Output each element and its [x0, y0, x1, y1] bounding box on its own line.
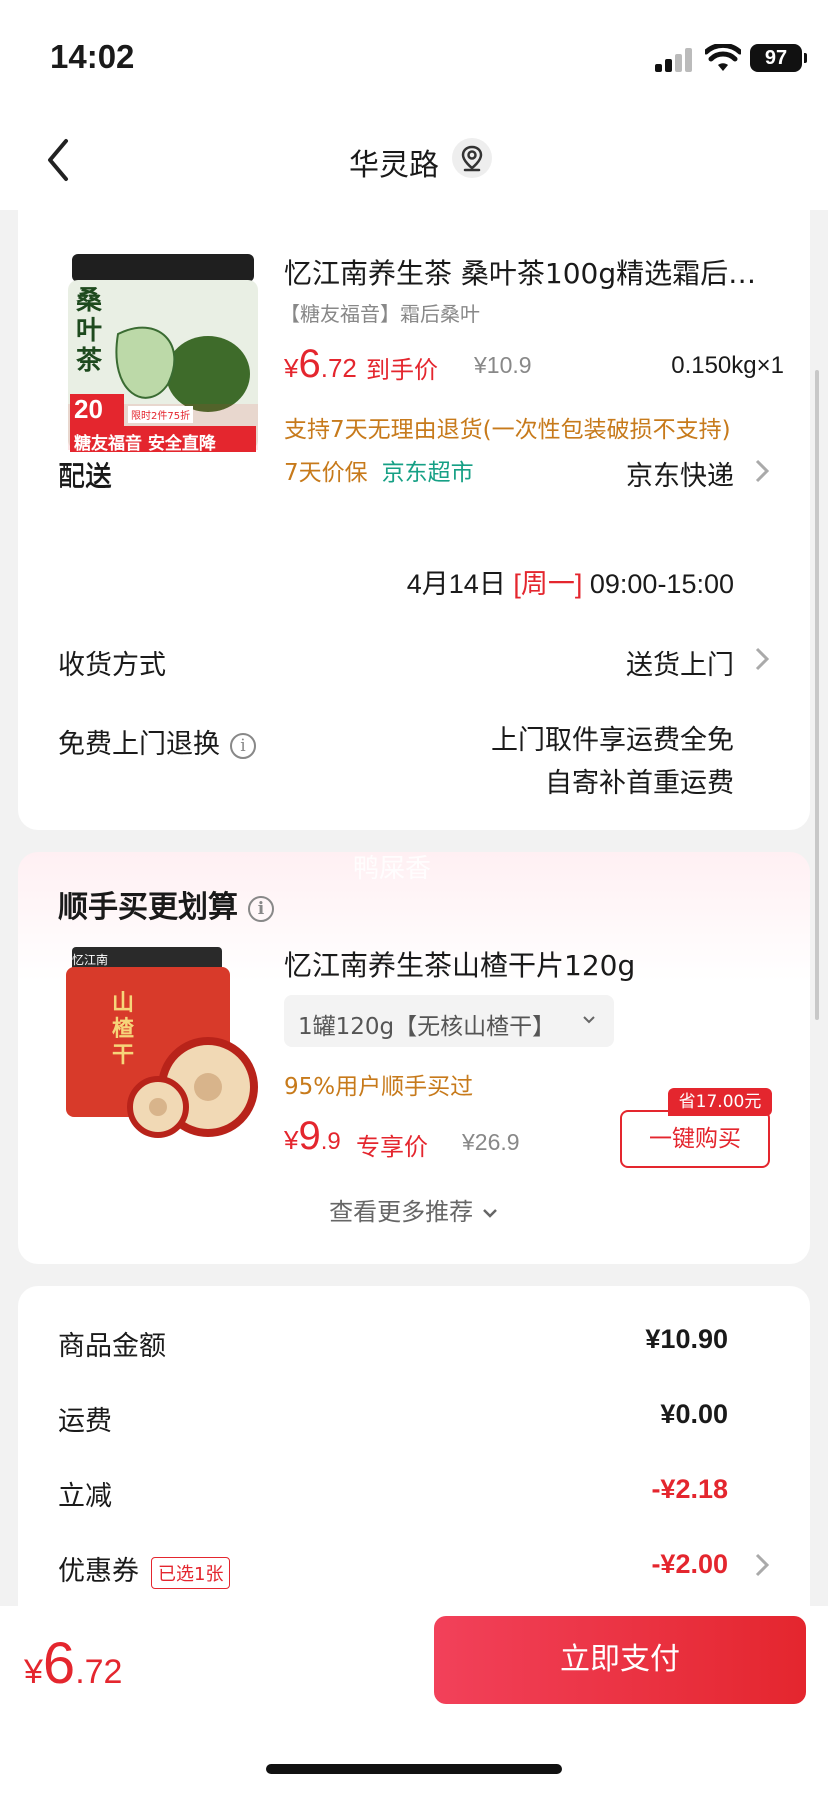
- service-tags: 7天价保 京东超市: [284, 453, 474, 487]
- product-title[interactable]: 忆江南养生茶 桑叶茶100g精选霜后桑叶: [284, 252, 784, 292]
- freight-label: 运费: [58, 1406, 112, 1437]
- location-pin-icon[interactable]: [452, 138, 492, 178]
- price-protect-tag: 7天价保: [284, 460, 368, 486]
- delivery-chevron-right-icon[interactable]: [754, 458, 770, 484]
- product-image-name: 桑叶茶: [76, 286, 103, 376]
- pay-now-button[interactable]: 立即支付: [434, 1616, 806, 1704]
- nav-bar: 华灵路: [0, 110, 828, 210]
- recommend-image-brand: 忆江南: [72, 953, 109, 967]
- coupon-chevron-right-icon[interactable]: [754, 1552, 770, 1578]
- coupon-row[interactable]: 优惠券 已选1张: [58, 1549, 231, 1589]
- discount-label: 立减: [58, 1481, 112, 1512]
- recommend-original-price: ¥26.9: [462, 1129, 520, 1155]
- product-image-badge-number: 20: [74, 394, 103, 424]
- address-title[interactable]: 华灵路: [0, 140, 828, 184]
- receive-chevron-right-icon[interactable]: [754, 646, 770, 672]
- watermark-text: 鸭屎香: [353, 854, 432, 884]
- battery-icon: 97: [750, 44, 807, 72]
- home-indicator[interactable]: [266, 1764, 562, 1774]
- free-return-row: 免费上门退换 i: [58, 722, 256, 761]
- bought-stat: 95%用户顺手买过: [284, 1074, 474, 1100]
- delivery-label-text: 配送: [58, 461, 112, 492]
- delivery-date: 4月14日: [406, 569, 506, 599]
- return-policy: 支持7天无理由退货(一次性包装破损不支持): [284, 417, 731, 443]
- scrollbar[interactable]: [815, 370, 819, 1020]
- receive-value[interactable]: 送货上门: [626, 643, 734, 682]
- summary-card: 商品金额 ¥10.90 运费 ¥0.00 立减 -¥2.18 优惠券 已选1张 -…: [18, 1286, 810, 1626]
- delivery-time[interactable]: 4月14日 [周一] 09:00-15:00: [407, 562, 734, 601]
- final-price: ¥6.72: [284, 342, 357, 386]
- chevron-down-icon: [583, 1016, 595, 1024]
- store-tag: 京东超市: [381, 460, 474, 486]
- wifi-icon: [705, 44, 741, 71]
- chevron-down-icon: [482, 1209, 497, 1218]
- recommend-image-name: 山楂干: [112, 991, 135, 1068]
- recommend-product-image[interactable]: 忆江南 山楂干: [58, 947, 258, 1147]
- product-image-banner: 糖友福音 安全直降: [74, 434, 216, 454]
- status-time: 14:02: [50, 38, 135, 75]
- coupon-chip: 已选1张: [151, 1556, 231, 1589]
- save-badge: 省17.00元: [668, 1088, 772, 1116]
- original-price: ¥10.9: [474, 352, 532, 378]
- bottom-bar: ¥6.72 立即支付: [0, 1606, 828, 1793]
- recommend-price-label: 专享价: [356, 1133, 428, 1161]
- total-price: ¥6.72: [24, 1631, 123, 1696]
- product-image[interactable]: 桑叶茶 20 限时2件75折 糖友福音 安全直降: [58, 254, 268, 464]
- delivery-window: 09:00-15:00: [589, 569, 734, 599]
- recommend-title: 顺手买更划算 i: [58, 882, 274, 926]
- free-return-label: 免费上门退换: [58, 729, 220, 760]
- delivery-carrier[interactable]: 京东快递: [626, 454, 734, 493]
- free-return-line1: 上门取件享运费全免: [491, 725, 734, 756]
- coupon-value[interactable]: -¥2.00: [651, 1549, 728, 1580]
- one-click-buy-button[interactable]: 一键购买: [620, 1110, 770, 1168]
- freight-value: ¥0.00: [660, 1399, 728, 1429]
- goods-amount-value: ¥10.90: [645, 1324, 728, 1354]
- spec-select[interactable]: 1罐120g【无核山楂干】: [284, 995, 614, 1047]
- price-row: ¥6.72 到手价 ¥10.9 0.150kg×1: [284, 342, 784, 386]
- more-recommend-link[interactable]: 查看更多推荐: [18, 1192, 810, 1227]
- product-image-badge-text: 限时2件75折: [128, 406, 194, 423]
- delivery-weekday: [周一]: [513, 569, 583, 599]
- recommend-product-name[interactable]: 忆江南养生茶山楂干片120g: [284, 944, 635, 984]
- discount-value: -¥2.18: [651, 1474, 728, 1504]
- receive-label: 收货方式: [58, 650, 166, 681]
- recommend-info-icon[interactable]: i: [248, 895, 274, 922]
- free-return-line2: 自寄补首重运费: [545, 768, 734, 799]
- status-bar: 14:02 97: [0, 0, 828, 110]
- final-price-label: 到手价: [366, 356, 438, 384]
- recommend-price: ¥9.9: [284, 1114, 341, 1158]
- spec-select-value: 1罐120g【无核山楂干】: [298, 1014, 556, 1040]
- coupon-label: 优惠券: [58, 1556, 139, 1587]
- cellular-signal-icon: [655, 48, 695, 72]
- product-subtitle: 【糖友福音】霜后桑叶: [280, 302, 480, 326]
- recommend-card: 鸭屎香 顺手买更划算 i 忆江南 山楂干 忆江南养生茶山楂干片120g 1罐120…: [18, 852, 810, 1264]
- info-icon[interactable]: i: [230, 732, 256, 759]
- goods-amount-label: 商品金额: [58, 1331, 166, 1362]
- quantity: 0.150kg×1: [671, 352, 784, 379]
